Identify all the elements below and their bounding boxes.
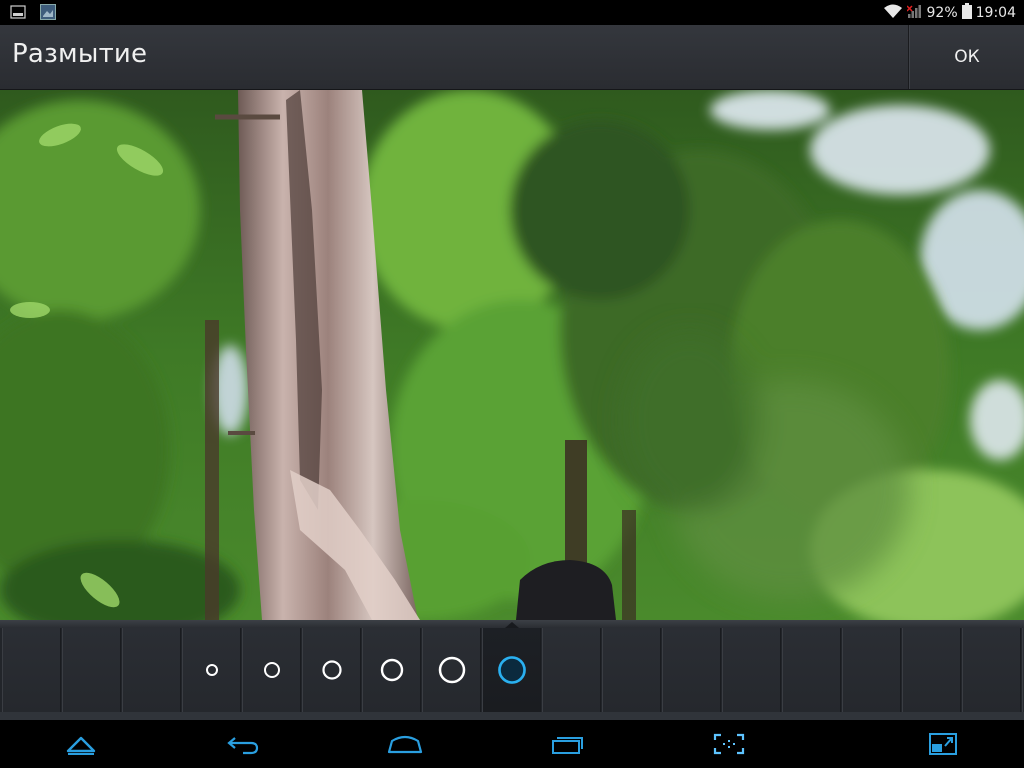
empty-cell (662, 628, 721, 712)
status-bar: 92% 19:04 (0, 0, 1024, 25)
notification-area (10, 4, 56, 20)
navigation-bar (0, 720, 1024, 768)
circle-icon (263, 662, 280, 678)
brush-size-3-button[interactable] (302, 628, 361, 712)
empty-cell (842, 628, 901, 712)
screenshot-button[interactable] (689, 720, 769, 768)
multiwindow-icon (929, 733, 957, 755)
blur-editor-screen: 92% 19:04 Размытие ОК (0, 0, 1024, 768)
hide-bar-icon (66, 736, 96, 755)
brush-size-2-button[interactable] (242, 628, 301, 712)
wifi-icon (883, 3, 903, 23)
screenshot-icon (713, 733, 745, 755)
gallery-notification-icon (10, 4, 26, 20)
brush-size-strip (0, 620, 1024, 720)
empty-cell (62, 628, 121, 712)
back-button[interactable] (203, 720, 283, 768)
circle-icon (205, 664, 218, 676)
brush-size-5-button[interactable] (422, 628, 481, 712)
empty-cell (782, 628, 841, 712)
empty-cell (602, 628, 661, 712)
action-bar: Размытие ОК (0, 25, 1024, 90)
ok-button[interactable]: ОК (908, 25, 1024, 89)
back-icon (227, 737, 259, 755)
circle-icon (321, 660, 342, 680)
battery-icon (961, 2, 972, 23)
brush-size-1-button[interactable] (182, 628, 241, 712)
brush-size-4-button[interactable] (362, 628, 421, 712)
signal-icon (905, 3, 923, 23)
circle-selected-icon (497, 656, 526, 684)
forest-photo[interactable] (0, 90, 1024, 620)
clock: 19:04 (975, 4, 1016, 21)
empty-cell (962, 628, 1021, 712)
empty-cell (542, 628, 601, 712)
empty-cell (2, 628, 61, 712)
home-icon (387, 735, 423, 754)
multiwindow-button[interactable] (903, 720, 983, 768)
hide-bar-button[interactable] (41, 720, 121, 768)
circle-icon (380, 658, 403, 682)
empty-cell (722, 628, 781, 712)
home-button[interactable] (365, 720, 445, 768)
photo-notification-icon (40, 4, 56, 20)
photo-canvas[interactable] (0, 90, 1024, 620)
empty-cell (122, 628, 181, 712)
empty-cell (902, 628, 961, 712)
strip-bottom-border (0, 712, 1024, 720)
page-title: Размытие (12, 39, 148, 69)
circle-icon (438, 656, 465, 684)
brush-cells (2, 628, 1024, 712)
recent-apps-button[interactable] (528, 720, 608, 768)
brush-size-6-button[interactable] (482, 628, 541, 712)
recent-apps-icon (552, 737, 583, 754)
battery-percent: 92% (926, 4, 958, 21)
system-status: 92% 19:04 (883, 0, 1016, 25)
